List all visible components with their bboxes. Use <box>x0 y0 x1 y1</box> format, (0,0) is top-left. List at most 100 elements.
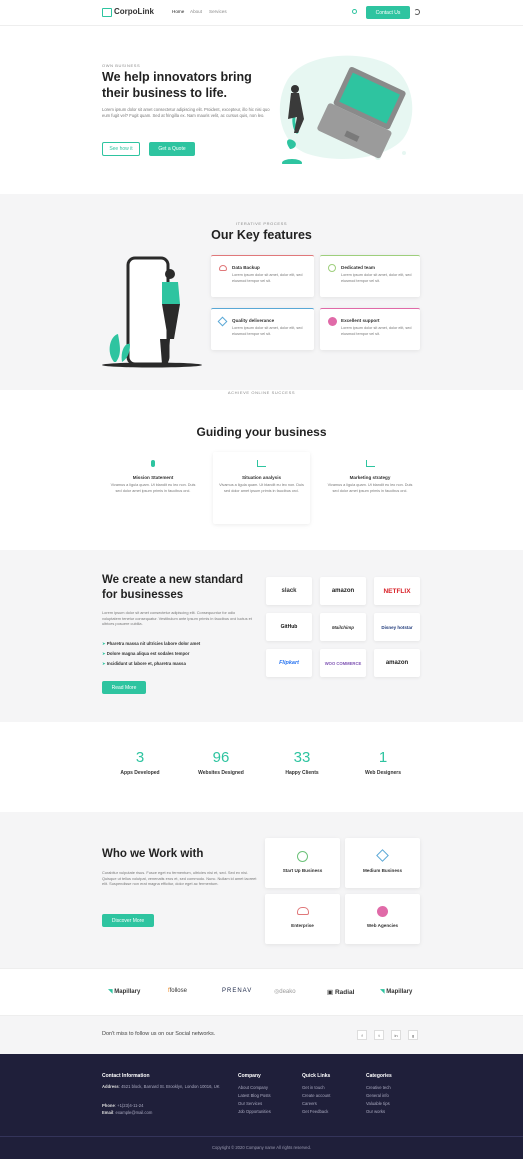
work-card-title: Medium Business <box>362 868 403 873</box>
facebook-icon[interactable]: f <box>357 1030 367 1040</box>
tag-icon <box>217 316 228 327</box>
work-title: Who we Work with <box>102 848 204 860</box>
guide-item-situation[interactable]: Situation analysis Vivamus a ligula quam… <box>213 452 310 524</box>
client-name: Mapillary <box>386 989 413 995</box>
feature-text: Lorem ipsum dolor sit amet, dolor elit, … <box>341 273 412 283</box>
footer-email-label: Email <box>102 1110 114 1115</box>
stat-label: Web Designers <box>364 770 402 776</box>
microphone-icon <box>151 460 155 467</box>
guide-eyebrow: ACHIEVE ONLINE SUCCESS <box>227 390 296 395</box>
feature-text: Lorem ipsum dolor sit amet, dolor elit, … <box>232 273 303 283</box>
footer-link[interactable]: Create account <box>302 1092 330 1100</box>
feature-title: Excellent support <box>341 318 380 323</box>
footer-link[interactable]: Get in touch <box>302 1084 330 1092</box>
footer-link[interactable]: About Company <box>238 1084 271 1092</box>
stat-number: 1 <box>378 749 388 766</box>
footer-address-label: Address <box>102 1084 119 1089</box>
guide-item-mission[interactable]: Mission Statement Vivamus a ligula quam.… <box>108 460 198 520</box>
work-section: Who we Work with Curabitur vulputate ris… <box>0 812 523 968</box>
cloud-icon <box>296 907 309 915</box>
feature-title: Data Backup <box>232 265 260 270</box>
client-logo-follose: ffollose <box>168 988 187 994</box>
site-footer: Contact Information Address: 4521 block,… <box>0 1054 523 1159</box>
discover-more-button[interactable]: Discover More <box>102 914 154 927</box>
read-more-button[interactable]: Read More <box>102 681 146 694</box>
feature-card-quality[interactable]: Quality deliverance Lorem ipsum dolor si… <box>211 308 314 350</box>
nav-about[interactable]: About <box>190 9 202 14</box>
contact-us-button[interactable]: Contact Us <box>366 6 410 19</box>
footer-divider <box>0 1136 523 1137</box>
standard-section: We create a new standard for businesses … <box>0 550 523 722</box>
bullet-item: ➤ Pharetra massa nit ultricies labore do… <box>102 639 252 649</box>
footer-link[interactable]: Valuable tips <box>366 1100 391 1108</box>
twitter-icon[interactable]: t <box>374 1030 384 1040</box>
logo-hotstar: Disney hotstar <box>374 613 420 641</box>
footer-link[interactable]: Our Services <box>238 1100 271 1108</box>
footer-link[interactable]: Job Opportunities <box>238 1108 271 1116</box>
hero-eyebrow: OWN BUSINESS <box>102 63 141 68</box>
bullet-item: ➤ Incididunt ut labore et, pharetra mass… <box>102 659 252 669</box>
feature-card-data-backup[interactable]: Data Backup Lorem ipsum dolor sit amet, … <box>211 255 314 297</box>
footer-link[interactable]: Get Feedback <box>302 1108 330 1116</box>
work-card-startup[interactable]: Start Up Business <box>265 838 340 888</box>
logo-mailchimp: Mailchimp <box>320 613 366 641</box>
footer-quick-title: Quick Links <box>302 1073 331 1079</box>
nav-home[interactable]: Home <box>172 9 184 14</box>
radial-mark-icon: ▣ <box>327 989 335 996</box>
guide-item-marketing[interactable]: Marketing strategy Vivamus a ligula quam… <box>325 460 415 520</box>
hero-section: OWN BUSINESS We help innovators bring th… <box>0 27 523 192</box>
social-text: Don't miss to follow us on our Social ne… <box>102 1031 216 1037</box>
footer-email-value[interactable]: : example@mail.com <box>113 1110 152 1115</box>
client-logo-mapillary: ◥ Mapillary <box>108 988 140 995</box>
footer-contact-title: Contact Information <box>102 1073 150 1079</box>
guide-item-text: Vivamus a ligula quam. Ut blandit eu leo… <box>327 483 413 493</box>
brand-name[interactable]: CorpoLink <box>114 7 154 16</box>
work-text: Curabitur vulputate risus. Fusce eget eu… <box>102 870 257 887</box>
see-how-button[interactable]: See how it <box>102 142 140 156</box>
footer-link[interactable]: Careers <box>302 1100 330 1108</box>
footer-link[interactable]: Latest Blog Posts <box>238 1092 271 1100</box>
get-quote-button[interactable]: Get a Quote <box>149 142 195 156</box>
standard-text: Lorem ipsum dolor sit amet consectetur a… <box>102 610 252 627</box>
work-card-medium[interactable]: Medium Business <box>345 838 420 888</box>
trend-up-icon <box>365 460 375 467</box>
bullet-item: ➤ Dolore magna aliqua est sodales tempor <box>102 649 252 659</box>
work-card-title: Start Up Business <box>282 868 323 873</box>
stat-label: Apps Developed <box>120 770 160 776</box>
client-logo-deako: ◎deako <box>274 988 296 995</box>
stat-websites: 96 Websites Designed <box>181 749 261 776</box>
feature-card-support[interactable]: Excellent support Lorem ipsum dolor sit … <box>320 308 420 350</box>
linkedin-icon[interactable]: in <box>391 1030 401 1040</box>
stat-clients: 33 Happy Clients <box>262 749 342 776</box>
theme-toggle-icon[interactable] <box>414 9 420 15</box>
work-card-agencies[interactable]: Web Agencies <box>345 894 420 944</box>
work-card-enterprise[interactable]: Enterprise <box>265 894 340 944</box>
logo-amazon: amazon <box>320 577 366 605</box>
cloud-icon <box>219 265 227 271</box>
logo-flipkart: Flipkart <box>266 649 312 677</box>
features-title: Our Key features <box>211 228 312 242</box>
footer-link[interactable]: Our works <box>366 1108 391 1116</box>
search-icon[interactable] <box>352 9 357 14</box>
feature-card-dedicated-team[interactable]: Dedicated team Lorem ipsum dolor sit ame… <box>320 255 420 297</box>
bullet-list: ➤ Pharetra massa nit ultricies labore do… <box>102 639 252 669</box>
footer-address: Address: 4521 block, Barnard St. Brookly… <box>102 1084 230 1091</box>
nav-services[interactable]: Services <box>209 9 227 14</box>
footer-cat-links: Creative tech General info Valuable tips… <box>366 1084 391 1116</box>
feature-text: Lorem ipsum dolor sit amet, dolor elit, … <box>341 326 412 336</box>
stats-section: 3 Apps Developed 96 Websites Designed 33… <box>0 722 523 812</box>
logo-github: GitHub <box>266 613 312 641</box>
footer-cat-title: Categories <box>366 1073 392 1079</box>
logo-slack: slack <box>266 577 312 605</box>
guide-item-title: Marketing strategy <box>349 475 391 480</box>
client-name: deako <box>279 989 296 995</box>
footer-link[interactable]: General info <box>366 1092 391 1100</box>
social-strip: Don't miss to follow us on our Social ne… <box>0 1016 523 1054</box>
globe-icon <box>297 851 308 862</box>
google-icon[interactable]: g <box>408 1030 418 1040</box>
stat-number: 33 <box>293 749 311 766</box>
footer-link[interactable]: Creative tech <box>366 1084 391 1092</box>
logo-netflix: NETFLIX <box>374 577 420 605</box>
client-name: Mapillary <box>114 989 141 995</box>
hero-title-line1: We help innovators bring <box>102 70 252 84</box>
